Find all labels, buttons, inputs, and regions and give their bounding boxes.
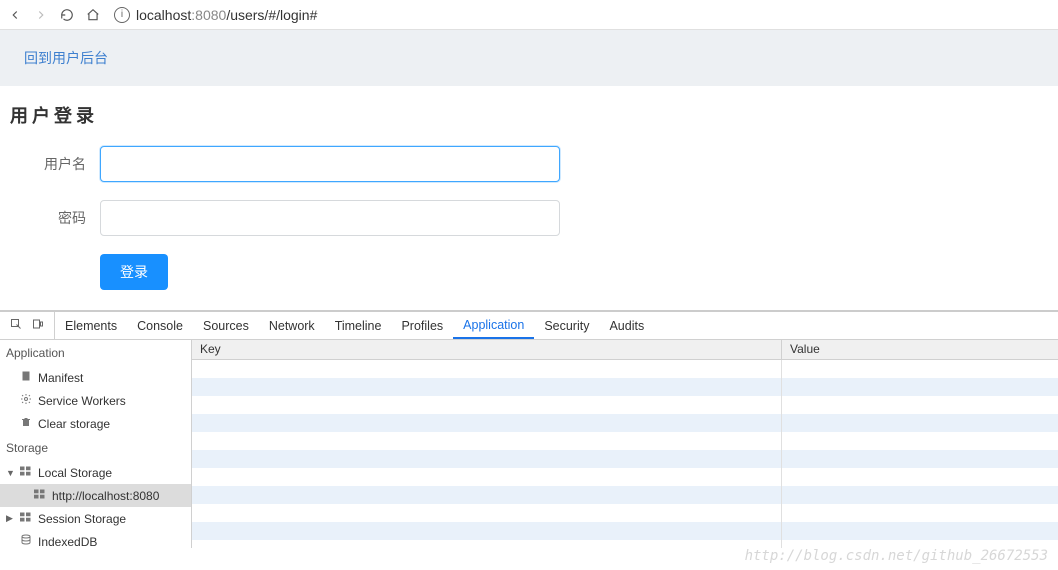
page-content: 回到用户后台 用户登录 用户名 密码 登录 <box>0 30 1058 310</box>
browser-toolbar: i localhost:8080/users/#/login# <box>0 0 1058 30</box>
table-row[interactable] <box>192 540 1058 548</box>
db-stack-icon <box>20 534 32 548</box>
devtools-sidebar: Application Manifest Service Workers Clear … <box>0 340 192 548</box>
forward-button[interactable] <box>32 6 50 24</box>
storage-table-rows <box>192 360 1058 548</box>
devtools-main: Key Value <box>192 340 1058 548</box>
url-path: /users/#/login# <box>226 7 317 23</box>
watermark-text: http://blog.csdn.net/github_26672553 <box>745 548 1048 564</box>
trash-icon <box>20 416 32 431</box>
devtools-tab-application[interactable]: Application <box>453 312 534 339</box>
chevron-right-icon: ▶ <box>6 513 14 524</box>
url-port: :8080 <box>191 7 226 23</box>
devtools-tabs: ElementsConsoleSourcesNetworkTimelinePro… <box>0 312 1058 340</box>
sidebar-item-indexeddb[interactable]: IndexedDB <box>0 530 191 548</box>
devtools-body: Application Manifest Service Workers Clear … <box>0 340 1058 548</box>
sidebar-item-label: http://localhost:8080 <box>52 489 159 503</box>
back-to-admin-link[interactable]: 回到用户后台 <box>24 50 108 66</box>
url-host: localhost <box>136 7 191 23</box>
back-button[interactable] <box>6 6 24 24</box>
username-label: 用户名 <box>10 154 100 174</box>
inspect-element-icon[interactable] <box>10 318 22 333</box>
page-title: 用户登录 <box>10 102 1048 128</box>
header-value[interactable]: Value <box>782 340 1058 359</box>
sidebar-item-service-workers[interactable]: Service Workers <box>0 389 191 412</box>
username-row: 用户名 <box>10 146 1048 182</box>
banner: 回到用户后台 <box>0 30 1058 86</box>
sidebar-item-manifest[interactable]: Manifest <box>0 366 191 389</box>
devtools-tab-timeline[interactable]: Timeline <box>325 312 392 339</box>
toggle-device-icon[interactable] <box>32 318 44 333</box>
manifest-icon <box>20 370 32 385</box>
reload-button[interactable] <box>58 6 76 24</box>
table-row[interactable] <box>192 360 1058 378</box>
password-input[interactable] <box>100 200 560 236</box>
db-icon <box>20 465 32 480</box>
sidebar-section-application: Application <box>0 340 191 366</box>
devtools-panel: ElementsConsoleSourcesNetworkTimelinePro… <box>0 310 1058 548</box>
table-row[interactable] <box>192 432 1058 450</box>
table-row[interactable] <box>192 504 1058 522</box>
home-button[interactable] <box>84 6 102 24</box>
sidebar-section-storage: Storage <box>0 435 191 461</box>
table-row[interactable] <box>192 414 1058 432</box>
storage-table-header: Key Value <box>192 340 1058 360</box>
table-row[interactable] <box>192 396 1058 414</box>
sidebar-item-label: Local Storage <box>38 466 112 480</box>
db-icon <box>34 488 46 503</box>
gear-icon <box>20 393 32 408</box>
table-row[interactable] <box>192 522 1058 540</box>
password-label: 密码 <box>10 208 100 228</box>
db-icon <box>20 511 32 526</box>
devtools-tab-security[interactable]: Security <box>534 312 599 339</box>
sidebar-item-label: IndexedDB <box>38 535 97 549</box>
devtools-tab-network[interactable]: Network <box>259 312 325 339</box>
username-input[interactable] <box>100 146 560 182</box>
table-row[interactable] <box>192 486 1058 504</box>
sidebar-item-label: Session Storage <box>38 512 126 526</box>
table-row[interactable] <box>192 378 1058 396</box>
chevron-down-icon: ▼ <box>6 468 14 478</box>
devtools-tab-sources[interactable]: Sources <box>193 312 259 339</box>
url-text: localhost:8080/users/#/login# <box>136 7 317 23</box>
table-row[interactable] <box>192 450 1058 468</box>
login-button[interactable]: 登录 <box>100 254 168 290</box>
site-info-icon[interactable]: i <box>114 7 130 23</box>
devtools-tab-elements[interactable]: Elements <box>55 312 127 339</box>
devtools-tab-console[interactable]: Console <box>127 312 193 339</box>
sidebar-item-label: Service Workers <box>38 394 126 408</box>
sidebar-item-local-storage[interactable]: ▼ Local Storage <box>0 461 191 484</box>
sidebar-item-label: Clear storage <box>38 417 110 431</box>
header-key[interactable]: Key <box>192 340 782 359</box>
address-bar[interactable]: i localhost:8080/users/#/login# <box>110 3 1052 27</box>
sidebar-item-label: Manifest <box>38 371 83 385</box>
sidebar-item-session-storage[interactable]: ▶ Session Storage <box>0 507 191 530</box>
devtools-tab-audits[interactable]: Audits <box>599 312 654 339</box>
sidebar-item-http-localhost-8080[interactable]: http://localhost:8080 <box>0 484 191 507</box>
password-row: 密码 <box>10 200 1048 236</box>
devtools-tab-profiles[interactable]: Profiles <box>391 312 453 339</box>
table-row[interactable] <box>192 468 1058 486</box>
sidebar-item-clear-storage[interactable]: Clear storage <box>0 412 191 435</box>
